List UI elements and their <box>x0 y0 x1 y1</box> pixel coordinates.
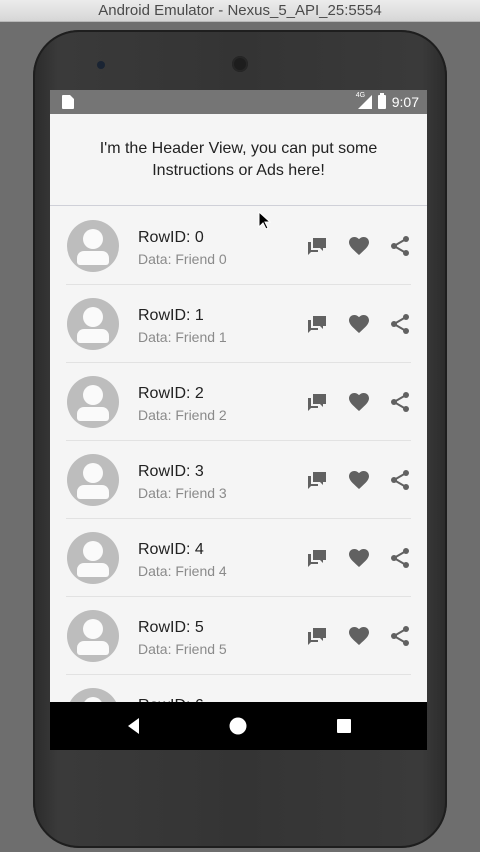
avatar-head <box>83 307 103 327</box>
heart-icon[interactable] <box>347 468 371 492</box>
avatar <box>67 298 119 350</box>
avatar-head <box>83 541 103 561</box>
network-type: 4G <box>355 92 366 99</box>
list-item-4[interactable]: RowID: 4 Data: Friend 4 <box>50 519 427 597</box>
avatar <box>67 454 119 506</box>
back-icon[interactable] <box>122 714 146 738</box>
battery-icon <box>377 93 386 109</box>
share-icon[interactable] <box>388 546 412 570</box>
sd-card-icon <box>62 95 74 109</box>
window-title: Android Emulator - Nexus_5_API_25:5554 <box>0 0 480 22</box>
message-icon[interactable] <box>305 624 329 648</box>
heart-icon[interactable] <box>347 624 371 648</box>
row-subtitle: Data: Friend 3 <box>138 485 227 501</box>
friends-list[interactable]: RowID: 0 Data: Friend 0 RowID: 1 Data: F… <box>50 207 427 750</box>
avatar-head <box>83 229 103 249</box>
avatar <box>67 376 119 428</box>
avatar-head <box>83 463 103 483</box>
row-subtitle: Data: Friend 4 <box>138 563 227 579</box>
share-icon[interactable] <box>388 390 412 414</box>
navigation-bar <box>50 702 427 750</box>
signal-icon: 4G <box>355 92 372 109</box>
row-subtitle: Data: Friend 1 <box>138 329 227 345</box>
avatar <box>67 220 119 272</box>
row-subtitle: Data: Friend 5 <box>138 641 227 657</box>
home-icon[interactable] <box>226 714 250 738</box>
row-title: RowID: 5 <box>138 619 204 636</box>
row-subtitle: Data: Friend 0 <box>138 251 227 267</box>
recents-icon[interactable] <box>332 714 356 738</box>
front-camera <box>97 61 105 69</box>
row-title: RowID: 1 <box>138 307 204 324</box>
avatar-body <box>77 563 109 577</box>
list-item-0[interactable]: RowID: 0 Data: Friend 0 <box>50 207 427 285</box>
avatar <box>67 610 119 662</box>
share-icon[interactable] <box>388 468 412 492</box>
mouse-cursor-icon <box>258 211 272 230</box>
header-view: I'm the Header View, you can put some In… <box>50 114 427 206</box>
avatar <box>67 532 119 584</box>
heart-icon[interactable] <box>347 312 371 336</box>
avatar-body <box>77 641 109 655</box>
share-icon[interactable] <box>388 624 412 648</box>
avatar-body <box>77 485 109 499</box>
avatar-body <box>77 251 109 265</box>
list-item-2[interactable]: RowID: 2 Data: Friend 2 <box>50 363 427 441</box>
status-clock: 9:07 <box>391 94 419 110</box>
message-icon[interactable] <box>305 546 329 570</box>
heart-icon[interactable] <box>347 390 371 414</box>
message-icon[interactable] <box>305 468 329 492</box>
row-subtitle: Data: Friend 2 <box>138 407 227 423</box>
status-right: 4G 9:07 <box>355 90 419 114</box>
avatar-head <box>83 619 103 639</box>
status-bar: 4G 9:07 <box>50 90 427 114</box>
row-title: RowID: 4 <box>138 541 204 558</box>
avatar-body <box>77 407 109 421</box>
list-item-1[interactable]: RowID: 1 Data: Friend 1 <box>50 285 427 363</box>
share-icon[interactable] <box>388 312 412 336</box>
row-title: RowID: 0 <box>138 229 204 246</box>
device-screen: 4G 9:07 I'm the Header View, you can put… <box>50 90 427 750</box>
heart-icon[interactable] <box>347 546 371 570</box>
heart-icon[interactable] <box>347 234 371 258</box>
message-icon[interactable] <box>305 312 329 336</box>
row-title: RowID: 3 <box>138 463 204 480</box>
avatar-body <box>77 329 109 343</box>
share-icon[interactable] <box>388 234 412 258</box>
message-icon[interactable] <box>305 234 329 258</box>
avatar-head <box>83 385 103 405</box>
list-item-5[interactable]: RowID: 5 Data: Friend 5 <box>50 597 427 675</box>
list-item-3[interactable]: RowID: 3 Data: Friend 3 <box>50 441 427 519</box>
header-view-text: I'm the Header View, you can put some In… <box>99 139 378 179</box>
row-title: RowID: 2 <box>138 385 204 402</box>
earpiece-speaker <box>232 56 248 72</box>
message-icon[interactable] <box>305 390 329 414</box>
